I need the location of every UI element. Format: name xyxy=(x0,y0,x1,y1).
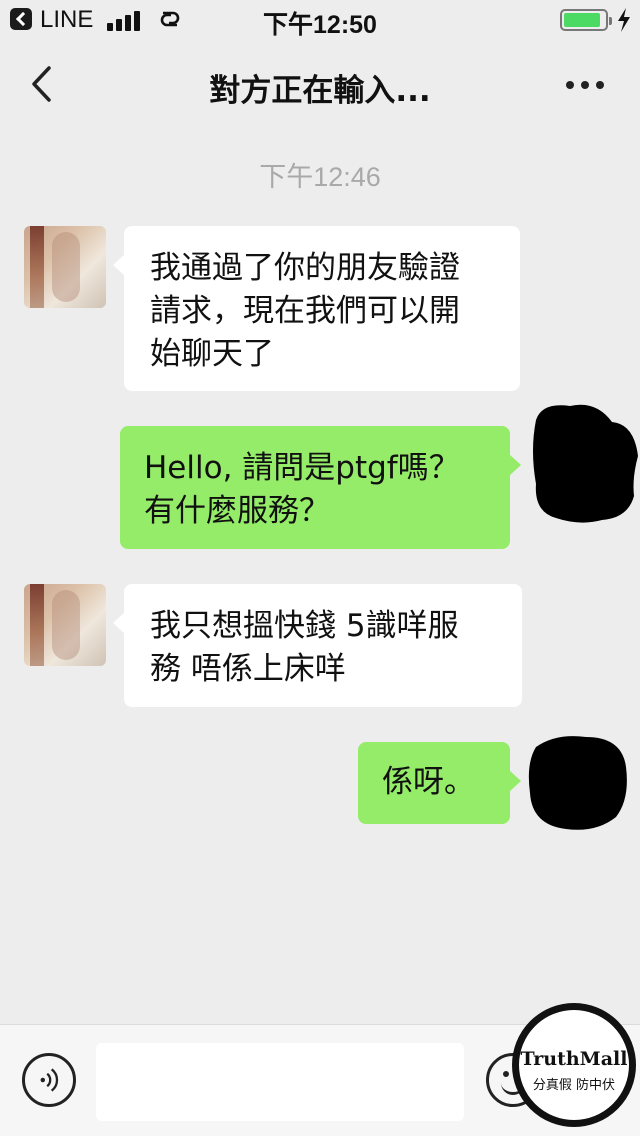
my-avatar[interactable] xyxy=(526,733,630,833)
battery-icon xyxy=(560,9,612,31)
message-timestamp: 下午12:46 xyxy=(259,162,381,192)
voice-icon[interactable] xyxy=(22,1053,76,1107)
message-input[interactable] xyxy=(96,1043,464,1121)
contact-avatar[interactable] xyxy=(24,226,106,308)
chat-header: 對方正在輸入... xyxy=(0,40,640,130)
watermark-name: TruthMall xyxy=(520,1048,628,1070)
status-time: 下午12:50 xyxy=(263,11,377,39)
charging-bolt-icon xyxy=(618,8,630,32)
more-dots-icon[interactable] xyxy=(560,70,610,100)
my-avatar[interactable] xyxy=(530,400,640,525)
incoming-message-bubble[interactable]: 我通過了你的朋友驗證 請求，現在我們可以開 始聊天了 xyxy=(113,226,520,391)
watermark-logo: TruthMall 分真假 防中伏 xyxy=(512,1003,636,1127)
watermark-slogan: 分真假 防中伏 xyxy=(532,1078,616,1093)
message-text: 係呀。 xyxy=(382,764,475,800)
message-text: Hello, 請問是ptgf嗎？ 有什麼服務？ xyxy=(144,450,460,529)
outgoing-message-bubble[interactable]: 係呀。 xyxy=(358,742,521,824)
chat-title: 對方正在輸入... xyxy=(209,73,431,109)
outgoing-message-bubble[interactable]: Hello, 請問是ptgf嗎？ 有什麼服務？ xyxy=(120,426,521,549)
status-bar: LINE 下午12:50 xyxy=(0,0,640,40)
incoming-message-bubble[interactable]: 我只想搵快錢 5識咩服 務 唔係上床咩 xyxy=(113,584,522,707)
contact-avatar[interactable] xyxy=(24,584,106,666)
message-text: 我通過了你的朋友驗證 請求，現在我們可以開 始聊天了 xyxy=(150,250,460,372)
message-text: 我只想搵快錢 5識咩服 務 唔係上床咩 xyxy=(150,608,459,687)
